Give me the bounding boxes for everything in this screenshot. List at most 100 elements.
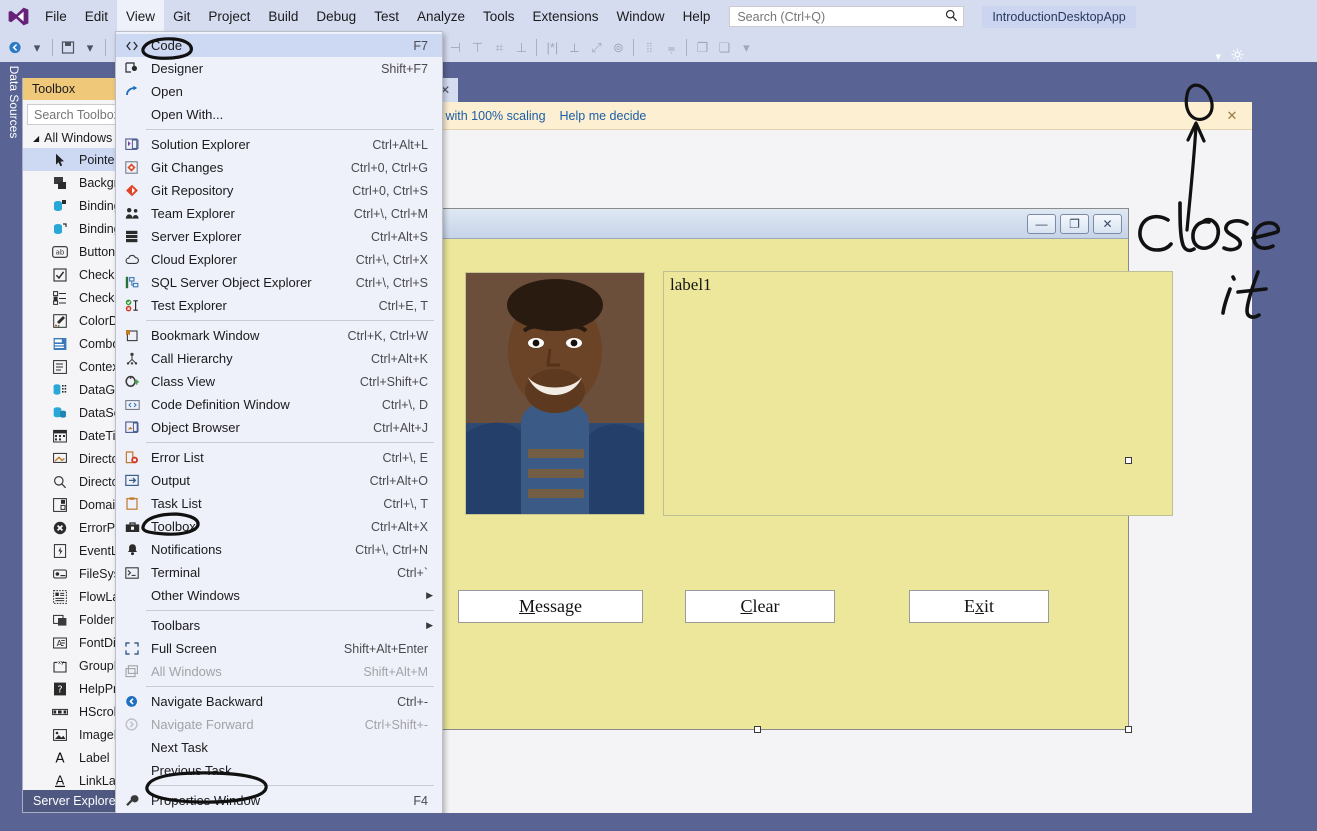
- menu-item-toolbars[interactable]: Toolbars ▶: [116, 614, 442, 637]
- menu-window[interactable]: Window: [608, 0, 674, 33]
- menu-edit[interactable]: Edit: [76, 0, 117, 33]
- full-screen-icon: [120, 640, 144, 658]
- menu-analyze[interactable]: Analyze: [408, 0, 474, 33]
- size-to-grid-icon[interactable]: ⊚: [607, 35, 629, 60]
- menu-item-server-explorer[interactable]: Server Explorer Ctrl+Alt+S: [116, 225, 442, 248]
- menu-item-call-hierarchy[interactable]: Call Hierarchy Ctrl+Alt+K: [116, 347, 442, 370]
- align-tops-icon[interactable]: ⊤: [466, 35, 488, 60]
- no-icon: [120, 739, 144, 757]
- resize-handle-corner[interactable]: [1125, 726, 1132, 733]
- menu-item-cloud-explorer[interactable]: Cloud Explorer Ctrl+\, Ctrl+X: [116, 248, 442, 271]
- menu-item-open[interactable]: Open: [116, 80, 442, 103]
- chevron-down-icon[interactable]: ▾: [1215, 50, 1221, 63]
- menu-item-error-list[interactable]: Error List Ctrl+\, E: [116, 446, 442, 469]
- status-bar: [0, 813, 1317, 831]
- menu-item-git-repository[interactable]: Git Repository Ctrl+0, Ctrl+S: [116, 179, 442, 202]
- output-icon: [120, 472, 144, 490]
- menu-separator: [146, 442, 434, 443]
- menu-item-designer[interactable]: Designer Shift+F7: [116, 57, 442, 80]
- message-button[interactable]: Message: [458, 590, 643, 623]
- resize-handle-bottom[interactable]: [754, 726, 761, 733]
- menu-item-task-list[interactable]: Task List Ctrl+\, T: [116, 492, 442, 515]
- menu-item-terminal[interactable]: Terminal Ctrl+`: [116, 561, 442, 584]
- menu-item-class-view[interactable]: Class View Ctrl+Shift+C: [116, 370, 442, 393]
- menu-item-all-windows[interactable]: All Windows Shift+Alt+M: [116, 660, 442, 683]
- maximize-icon[interactable]: ❐: [1060, 213, 1089, 234]
- menu-test[interactable]: Test: [365, 0, 408, 33]
- menu-view[interactable]: View: [117, 0, 165, 33]
- save-caret-icon[interactable]: ▾: [79, 35, 101, 60]
- close-icon[interactable]: ✕: [1093, 213, 1122, 234]
- left-dock-rail: Data Sources: [0, 62, 22, 831]
- menu-item-next-task[interactable]: Next Task: [116, 736, 442, 759]
- menu-item-object-browser[interactable]: Object Browser Ctrl+Alt+J: [116, 416, 442, 439]
- form-designer-window[interactable]: — ❐ ✕ label1 Message Clear Exit: [389, 208, 1173, 733]
- search-placeholder: Search (Ctrl+Q): [737, 9, 826, 24]
- menu-item-open-with[interactable]: Open With...: [116, 103, 442, 126]
- pointer-icon: [49, 151, 71, 169]
- make-same-size-icon[interactable]: ⤢: [585, 35, 607, 60]
- send-to-back-icon[interactable]: ❏: [713, 35, 735, 60]
- navigate-forward-icon: [120, 716, 144, 734]
- align-middles-icon[interactable]: ⌗: [488, 35, 510, 60]
- resize-handle-right[interactable]: [1125, 457, 1132, 464]
- center-vertically-icon[interactable]: ⩦: [660, 35, 682, 60]
- menu-item-output[interactable]: Output Ctrl+Alt+O: [116, 469, 442, 492]
- menu-project[interactable]: Project: [199, 0, 259, 33]
- gear-icon[interactable]: [1231, 48, 1244, 64]
- menu-item-toolbox[interactable]: Toolbox Ctrl+Alt+X: [116, 515, 442, 538]
- clear-button[interactable]: Clear: [685, 590, 835, 623]
- picture-box-control[interactable]: [465, 272, 645, 515]
- data-set-icon: [49, 404, 71, 422]
- help-me-decide-link[interactable]: Help me decide: [560, 109, 647, 123]
- menu-debug[interactable]: Debug: [307, 0, 365, 33]
- navigate-back-icon[interactable]: [4, 35, 26, 60]
- center-horizontally-icon[interactable]: ⦙⦙: [638, 35, 660, 60]
- close-icon[interactable]: ✕: [1222, 106, 1242, 126]
- no-icon: [120, 762, 144, 780]
- toolbar-overflow-icon[interactable]: ▾: [735, 35, 757, 60]
- minimize-icon[interactable]: —: [1027, 213, 1056, 234]
- exit-button[interactable]: Exit: [909, 590, 1049, 623]
- menu-extensions[interactable]: Extensions: [524, 0, 608, 33]
- menu-item-test-explorer[interactable]: Test Explorer Ctrl+E, T: [116, 294, 442, 317]
- menu-item-other-windows[interactable]: Other Windows ▶: [116, 584, 442, 607]
- menu-help[interactable]: Help: [674, 0, 720, 33]
- bring-to-front-icon[interactable]: ❐: [691, 35, 713, 60]
- form-client-area[interactable]: label1 Message Clear Exit: [390, 239, 1173, 729]
- align-right-edges-icon[interactable]: ⊣: [444, 35, 466, 60]
- menu-git[interactable]: Git: [164, 0, 199, 33]
- menu-tools[interactable]: Tools: [474, 0, 524, 33]
- data-grid-view-icon: [49, 381, 71, 399]
- annotation-text-close-e: [1251, 221, 1281, 250]
- menu-item-code-definition-window[interactable]: Code Definition Window Ctrl+\, D: [116, 393, 442, 416]
- label1-control[interactable]: label1: [663, 271, 1173, 516]
- search-input[interactable]: Search (Ctrl+Q): [729, 6, 965, 27]
- menu-item-navigate-forward[interactable]: Navigate Forward Ctrl+Shift+-: [116, 713, 442, 736]
- make-same-width-icon[interactable]: |*|: [541, 35, 563, 60]
- git-changes-icon: [120, 159, 144, 177]
- domain-up-down-icon: [49, 496, 71, 514]
- menu-build[interactable]: Build: [259, 0, 307, 33]
- color-dialog-icon: [49, 312, 71, 330]
- context-menu-strip-icon: [49, 358, 71, 376]
- menu-item-sql-server-object-explorer[interactable]: SQL Server Object Explorer Ctrl+\, Ctrl+…: [116, 271, 442, 294]
- menu-item-navigate-backward[interactable]: Navigate Backward Ctrl+-: [116, 690, 442, 713]
- menu-item-bookmark-window[interactable]: Bookmark Window Ctrl+K, Ctrl+W: [116, 324, 442, 347]
- menu-item-team-explorer[interactable]: Team Explorer Ctrl+\, Ctrl+M: [116, 202, 442, 225]
- align-bottoms-icon[interactable]: ⊥: [510, 35, 532, 60]
- menu-item-git-changes[interactable]: Git Changes Ctrl+0, Ctrl+G: [116, 156, 442, 179]
- menu-item-full-screen[interactable]: Full Screen Shift+Alt+Enter: [116, 637, 442, 660]
- menu-item-code[interactable]: Code F7: [116, 34, 442, 57]
- menu-file[interactable]: File: [36, 0, 76, 33]
- date-time-picker-icon: [49, 427, 71, 445]
- save-icon[interactable]: [57, 35, 79, 60]
- menu-item-previous-task[interactable]: Previous Task: [116, 759, 442, 782]
- menu-item-notifications[interactable]: Notifications Ctrl+\, Ctrl+N: [116, 538, 442, 561]
- navigate-back-caret-icon[interactable]: ▾: [26, 35, 48, 60]
- toolbar-separator: [633, 39, 635, 56]
- make-same-height-icon[interactable]: ⟂: [563, 35, 585, 60]
- menu-item-properties-window[interactable]: Properties Window F4: [116, 789, 442, 812]
- file-system-watcher-icon: [49, 565, 71, 583]
- menu-item-solution-explorer[interactable]: Solution Explorer Ctrl+Alt+L: [116, 133, 442, 156]
